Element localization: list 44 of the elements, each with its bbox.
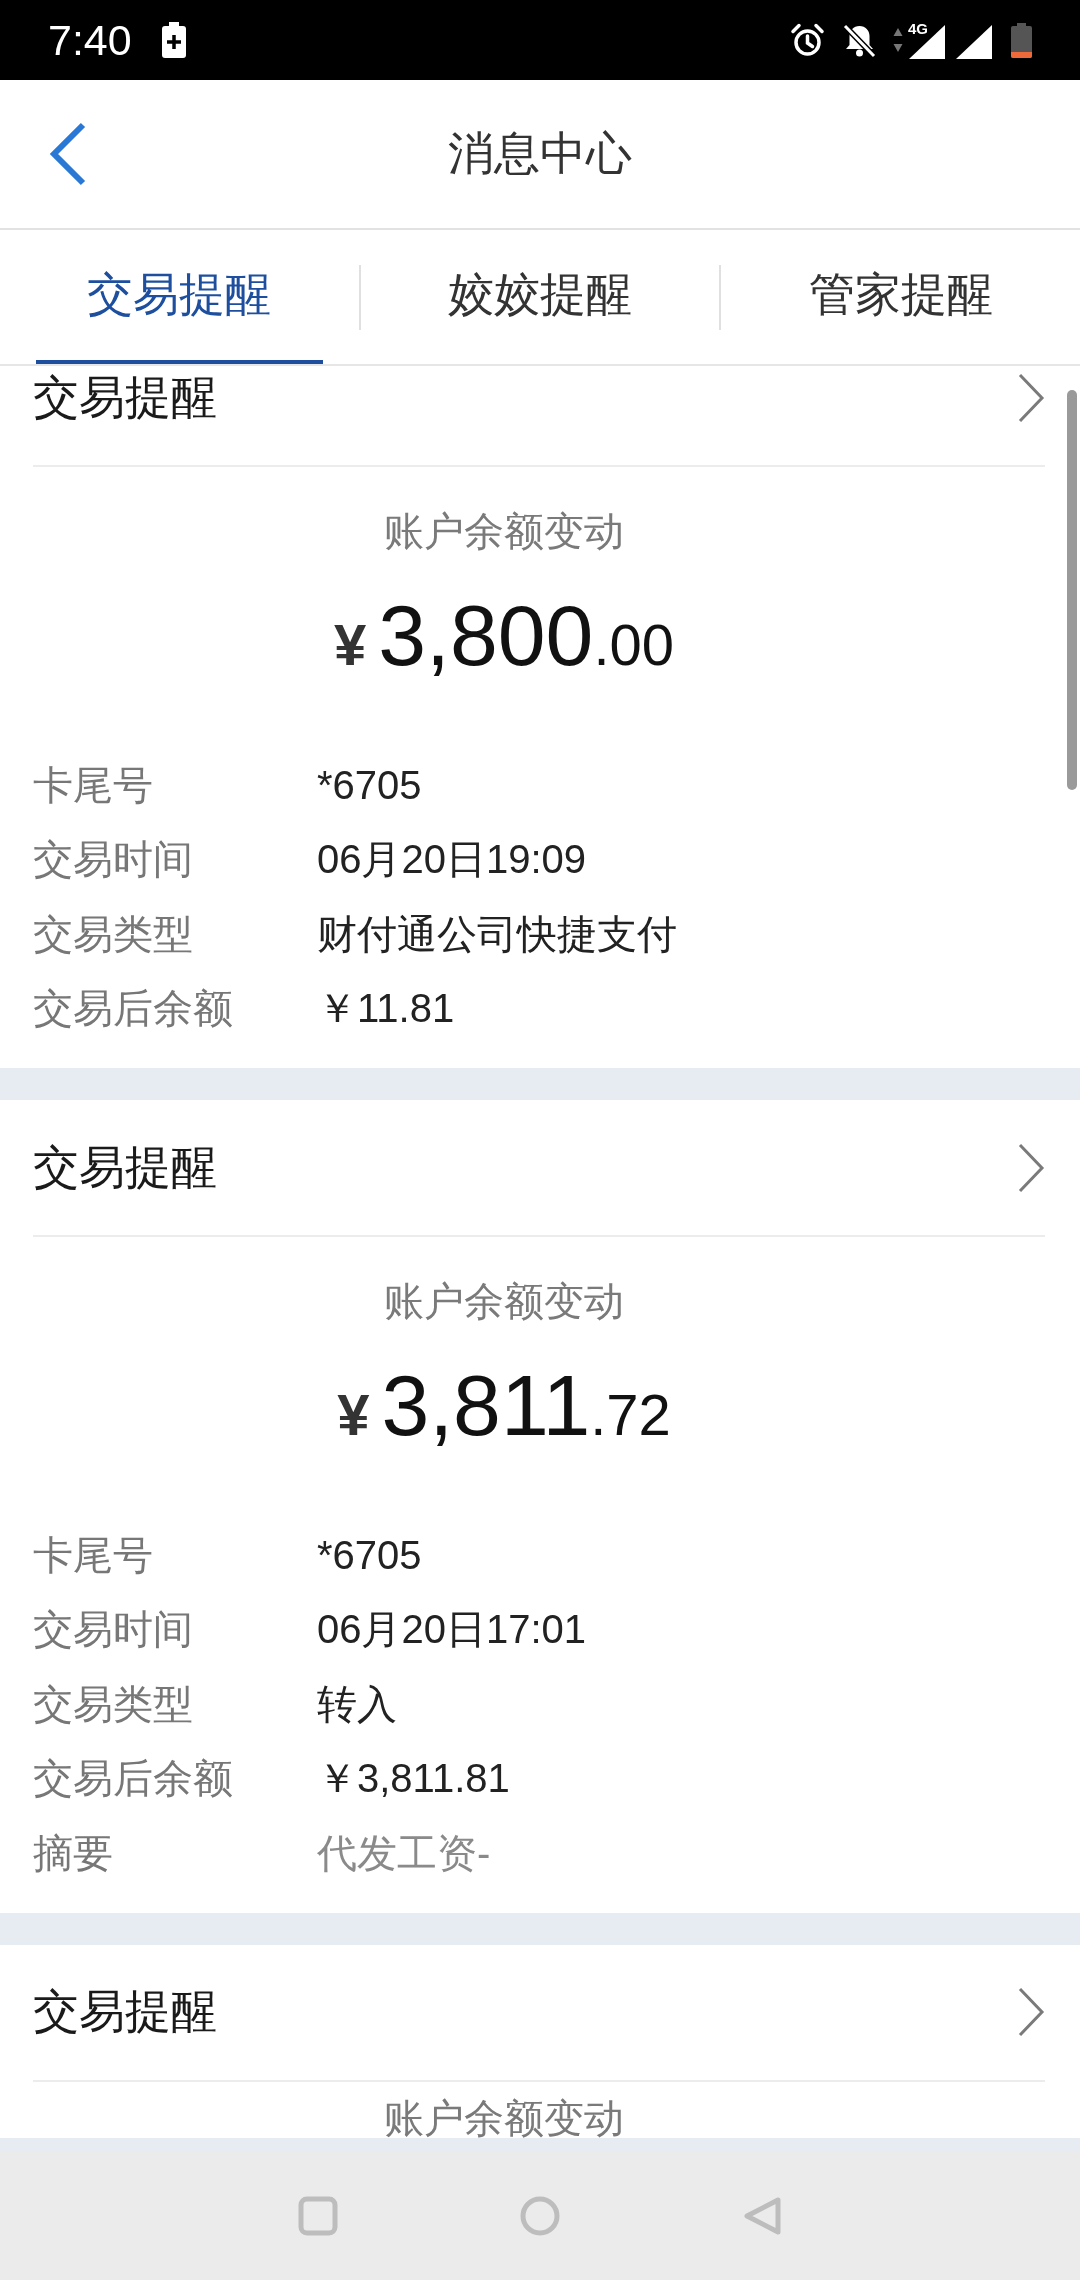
amount: ¥3,811.72 <box>337 1362 671 1448</box>
message-card[interactable]: 交易提醒 账户余额变动 ¥3,811.72 卡尾号 *6705 交易时间 06月20日17:01 交易类型 转入 交易后余额 ￥3,811.81 摘要 代发工资- <box>0 1100 1080 1913</box>
message-card[interactable]: 交易提醒 账户余额变动 ¥3,800.00 卡尾号 *6705 交易时间 06月20日19:09 交易类型 财付通公司快捷支付 交易后余额 ￥11.81 <box>0 366 1080 1068</box>
detail-label: 交易后余额 <box>33 985 233 1033</box>
detail-value: *6705 <box>317 762 422 808</box>
detail-label: 交易类型 <box>33 910 193 958</box>
charging-battery-icon <box>161 22 186 58</box>
amount: ¥3,800.00 <box>333 592 675 678</box>
message-card[interactable]: 交易提醒 账户余额变动 <box>0 1944 1080 2138</box>
detail-value: 代发工资- <box>317 1829 491 1877</box>
detail-label: 卡尾号 <box>33 761 153 809</box>
signal-icon <box>909 25 945 59</box>
detail-value: 06月20日19:09 <box>317 836 587 884</box>
back-icon[interactable] <box>48 121 88 187</box>
detail-value: *6705 <box>317 1532 422 1578</box>
card-title: 交易提醒 <box>33 1139 217 1195</box>
detail-value: 06月20日17:01 <box>317 1606 587 1654</box>
detail-value: 转入 <box>317 1680 397 1728</box>
detail-label: 卡尾号 <box>33 1531 153 1579</box>
chevron-right-icon[interactable] <box>1017 1986 1045 2038</box>
status-time: 7:40 <box>48 18 132 62</box>
detail-label: 交易时间 <box>33 1606 193 1654</box>
alarm-clock-icon <box>790 22 825 58</box>
card-title: 交易提醒 <box>33 369 217 425</box>
tab[interactable]: 管家提醒 <box>757 230 1044 364</box>
detail-label: 交易类型 <box>33 1680 193 1728</box>
page-title: 消息中心 <box>448 126 632 181</box>
detail-label: 交易时间 <box>33 836 193 884</box>
signal-icon <box>956 25 992 59</box>
tab[interactable]: 姣姣提醒 <box>396 230 684 364</box>
card-title: 交易提醒 <box>33 1984 217 2039</box>
chevron-right-icon[interactable] <box>1017 371 1045 424</box>
battery-icon <box>1011 22 1032 58</box>
card-subtitle: 账户余额变动 <box>384 1281 624 1321</box>
detail-value: 财付通公司快捷支付 <box>317 910 677 958</box>
card-subtitle: 账户余额变动 <box>384 2097 624 2138</box>
card-subtitle: 账户余额变动 <box>384 511 624 551</box>
detail-value: ￥3,811.81 <box>317 1755 510 1803</box>
detail-label: 交易后余额 <box>33 1755 233 1803</box>
chevron-right-icon[interactable] <box>1017 1141 1045 1194</box>
detail-label: 摘要 <box>33 1829 113 1877</box>
data-arrows-icon <box>893 27 903 53</box>
network-type: 4G <box>908 21 928 36</box>
detail-value: ￥11.81 <box>317 985 455 1033</box>
